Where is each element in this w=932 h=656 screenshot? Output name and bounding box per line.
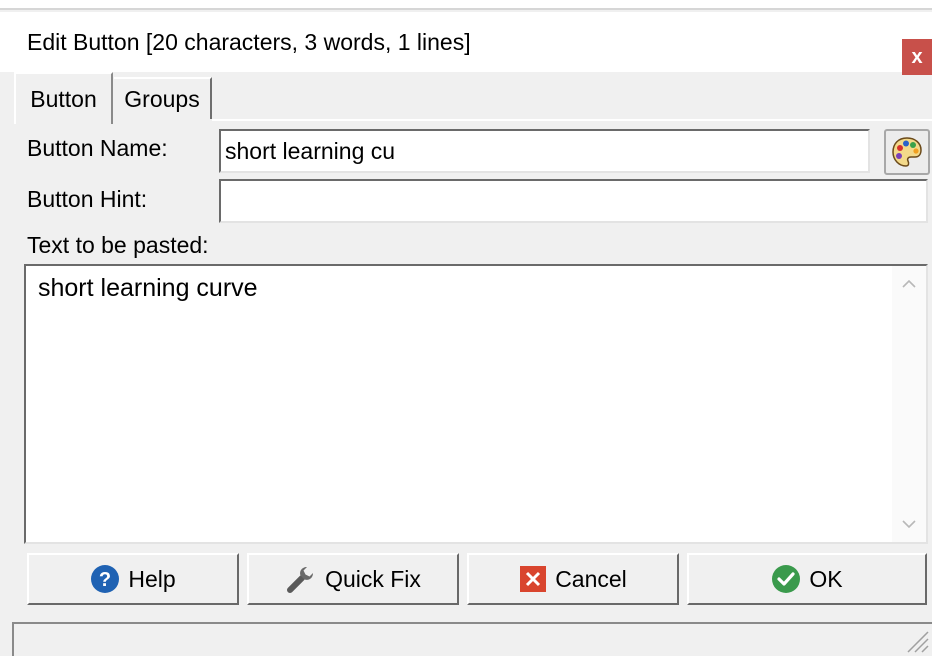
wrench-icon (285, 563, 317, 595)
chevron-up-icon (902, 279, 916, 288)
tab-button-label: Button (30, 85, 97, 112)
question-circle-icon: ? (90, 564, 120, 594)
tab-groups[interactable]: Groups (114, 77, 212, 119)
palette-button[interactable] (884, 129, 930, 175)
cancel-button-label: Cancel (555, 565, 627, 592)
green-check-circle-icon (771, 564, 801, 594)
title-bar[interactable]: Edit Button [20 characters, 3 words, 1 l… (0, 12, 932, 75)
window-title: Edit Button [20 characters, 3 words, 1 l… (27, 29, 471, 55)
tab-button[interactable]: Button (14, 72, 113, 124)
vertical-scrollbar[interactable] (892, 266, 926, 542)
text-to-paste-content: short learning curve (38, 274, 258, 302)
window-top-edge (0, 0, 932, 10)
button-name-input[interactable] (219, 129, 870, 173)
text-to-paste-label: Text to be pasted: (27, 232, 209, 258)
tab-groups-label: Groups (124, 85, 200, 112)
chevron-down-icon (902, 520, 916, 529)
red-x-square-icon (519, 565, 547, 593)
svg-text:?: ? (99, 569, 111, 591)
help-button[interactable]: ? Help (27, 553, 239, 605)
quick-fix-button[interactable]: Quick Fix (247, 553, 459, 605)
ok-button[interactable]: OK (687, 553, 927, 605)
cancel-button[interactable]: Cancel (467, 553, 679, 605)
palette-icon (892, 137, 922, 167)
quick-fix-button-label: Quick Fix (325, 565, 421, 592)
scroll-up-button[interactable] (892, 266, 926, 302)
text-to-paste-textarea[interactable]: short learning curve (24, 264, 928, 544)
button-name-label: Button Name: (27, 135, 168, 161)
close-button[interactable]: x (902, 39, 932, 75)
scroll-down-button[interactable] (892, 506, 926, 542)
button-hint-label: Button Hint: (27, 186, 148, 212)
help-button-label: Help (128, 565, 176, 592)
resize-grip-icon[interactable] (902, 626, 930, 654)
ok-button-label: OK (809, 565, 843, 592)
button-hint-input[interactable] (219, 179, 928, 223)
tab-strip-divider (212, 119, 932, 121)
status-bar (12, 622, 932, 656)
close-icon: x (911, 45, 923, 68)
